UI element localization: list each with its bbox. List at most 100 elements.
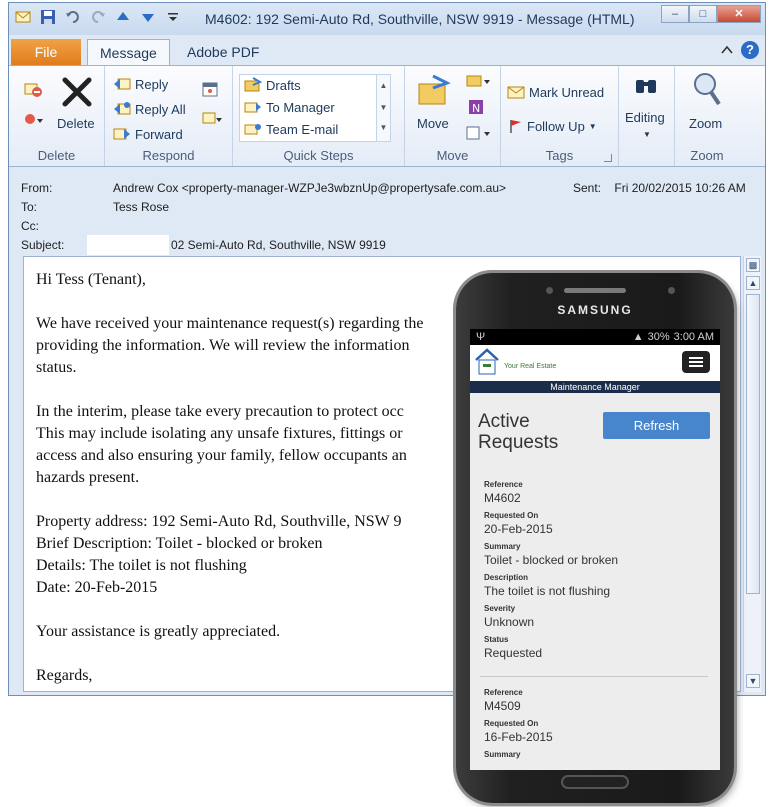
follow-up-button[interactable]: Follow Up ▼ [509, 118, 597, 134]
tags-group-label: Tags [545, 148, 574, 163]
envelope-icon [507, 86, 525, 99]
app-header: Your Real Estate [470, 345, 720, 381]
follow-up-dropdown-icon: ▼ [588, 121, 597, 131]
collapse-ribbon-icon[interactable] [721, 45, 733, 55]
tags-dialog-launcher-icon[interactable] [604, 154, 612, 162]
move-group: Move N Move [405, 66, 501, 166]
scroll-thumb[interactable] [746, 294, 760, 594]
previous-item-icon[interactable] [115, 9, 131, 25]
summary-value: Toilet - blocked or broken [484, 553, 619, 567]
quick-steps-scroll[interactable]: ▲ ▼ ▼ [376, 75, 390, 141]
description-value: The toilet is not flushing [484, 584, 611, 598]
page-title: Active Requests [478, 411, 559, 453]
sent-value: Fri 20/02/2015 10:26 AM [614, 181, 746, 195]
quick-steps-group-label: Quick Steps [283, 148, 354, 163]
delete-icon[interactable] [61, 76, 93, 108]
phone-brand: SAMSUNG [557, 303, 633, 317]
cc-label: Cc: [21, 219, 39, 233]
cleanup-icon[interactable] [23, 110, 45, 128]
request-divider [480, 676, 708, 677]
reply-label: Reply [135, 76, 169, 92]
hamburger-menu-icon[interactable] [682, 351, 710, 373]
status-label: Status [484, 635, 509, 644]
requested-on-value: 16-Feb-2015 [484, 730, 553, 744]
close-button[interactable]: ✕ [717, 5, 761, 23]
save-icon[interactable] [40, 9, 56, 25]
summary-label: Summary [484, 750, 521, 759]
meeting-icon[interactable] [201, 80, 219, 98]
window-title: M4602: 192 Semi-Auto Rd, Southville, NSW… [205, 11, 635, 27]
reply-all-button[interactable]: Reply All [113, 101, 186, 117]
forward-button[interactable]: Forward [113, 126, 183, 142]
move-folder-icon [418, 74, 451, 105]
delete-group: Delete Delete [9, 66, 105, 166]
request-card[interactable]: Reference M4602 Requested On 20-Feb-2015… [484, 475, 618, 661]
ribbon-tabs: File Message Adobe PDF ? [9, 35, 765, 65]
status-value: Requested [484, 646, 543, 660]
quick-steps-group: Drafts To Manager Team E-mail ▲ ▼ ▼ Quic… [233, 66, 405, 166]
delete-button[interactable]: Delete [57, 116, 95, 131]
help-icon[interactable]: ? [741, 41, 759, 59]
actions-icon[interactable] [465, 124, 491, 142]
follow-up-label: Follow Up [527, 118, 585, 134]
quick-step-team-email-label: Team E-mail [266, 121, 339, 137]
people-pane-icon[interactable]: ▩ [746, 258, 760, 272]
tags-group: Mark Unread Follow Up ▼ Tags [501, 66, 619, 166]
refresh-button[interactable]: Refresh [603, 412, 710, 439]
reply-icon [114, 78, 131, 90]
mark-unread-label: Mark Unread [529, 84, 605, 100]
ignore-icon[interactable] [23, 80, 43, 98]
phone-status-bar: Ψ ▲ 30% 3:00 AM [470, 329, 720, 345]
quick-step-drafts[interactable]: Drafts [244, 77, 301, 93]
tab-message[interactable]: Message [87, 39, 170, 65]
more-respond-icon[interactable] [201, 110, 223, 128]
ribbon: Delete Delete Reply Reply All Forward Re… [9, 65, 765, 167]
vertical-scrollbar[interactable]: ▩ ▲ ▼ [743, 256, 761, 692]
zoom-button[interactable]: Zoom [689, 116, 722, 131]
smartphone: SAMSUNG Ψ ▲ 30% 3:00 AM Your Real Estate… [456, 273, 734, 803]
undo-icon[interactable] [65, 9, 81, 25]
to-label: To: [21, 200, 38, 214]
maximize-button[interactable]: □ [689, 5, 717, 23]
reference-label: Reference [484, 480, 523, 489]
tab-adobe-pdf[interactable]: Adobe PDF [175, 39, 271, 65]
app-subtitle: Maintenance Manager [470, 381, 720, 393]
mark-unread-button[interactable]: Mark Unread [507, 84, 604, 100]
delete-group-label: Delete [37, 148, 76, 163]
respond-group-label: Respond [142, 148, 195, 163]
quick-step-to-manager[interactable]: To Manager [244, 99, 335, 115]
quick-step-team-email[interactable]: Team E-mail [244, 121, 338, 137]
to-value[interactable]: Tess Rose [113, 200, 169, 214]
sent-label: Sent: [573, 181, 602, 195]
sent-row: Sent: Fri 20/02/2015 10:26 AM [573, 181, 746, 195]
reply-button[interactable]: Reply [113, 76, 168, 92]
scroll-down-arrow-icon[interactable]: ▼ [746, 674, 760, 688]
minimize-button[interactable]: – [661, 5, 689, 23]
request-card[interactable]: Reference M4509 Requested On 16-Feb-2015… [484, 683, 553, 761]
mail-icon [15, 11, 31, 23]
rules-icon[interactable] [465, 72, 491, 90]
editing-button[interactable]: Editing [625, 110, 665, 125]
chevron-up-icon: ▲ [379, 81, 388, 90]
redo-icon[interactable] [90, 9, 106, 25]
onenote-icon[interactable]: N [467, 98, 485, 116]
sensor-dot [546, 287, 553, 294]
status-right: ▲ 30% 3:00 AM [633, 331, 714, 343]
move-button[interactable]: Move [417, 116, 449, 131]
next-item-icon[interactable] [140, 9, 156, 25]
status-time: 3:00 AM [673, 331, 714, 343]
scroll-up-arrow-icon[interactable]: ▲ [746, 276, 760, 290]
quick-steps-list: Drafts To Manager Team E-mail ▲ ▼ ▼ [239, 74, 391, 142]
help-area: ? [721, 41, 759, 59]
from-value[interactable]: Andrew Cox <property-manager-WZPJe3wbznU… [113, 181, 506, 195]
team-email-icon [244, 124, 261, 135]
customize-toolbar-icon[interactable] [165, 9, 181, 25]
house-logo-icon[interactable] [474, 348, 500, 376]
from-label: From: [21, 181, 53, 195]
home-button[interactable] [561, 775, 629, 789]
severity-value: Unknown [484, 615, 535, 629]
reference-value: M4602 [484, 491, 521, 505]
summary-label: Summary [484, 542, 521, 551]
tab-file[interactable]: File [11, 39, 81, 65]
binoculars-icon [636, 80, 656, 93]
